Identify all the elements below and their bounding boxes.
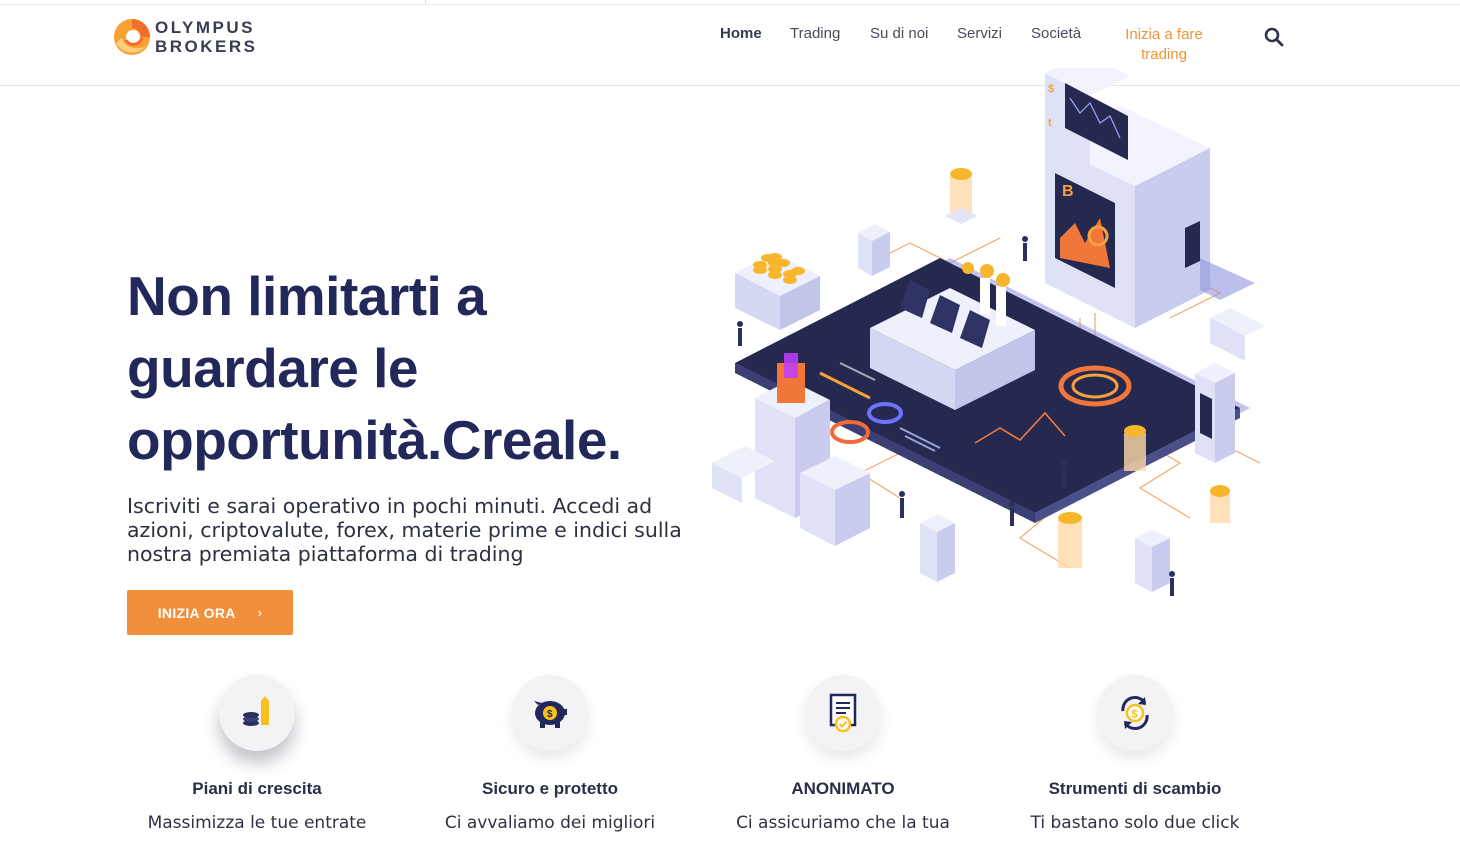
feature-title: Piani di crescita: [192, 779, 322, 798]
exchange-icon: $: [1097, 675, 1173, 751]
logo-line-1: OLYMPUS: [155, 18, 256, 37]
hero-subtitle-line-3: nostra premiata piattaforma di trading: [127, 542, 524, 566]
feature-text: Ti bastano solo due click: [1030, 813, 1240, 833]
nav-start-trading-line-1: Inizia a fare: [1125, 26, 1203, 43]
nav-home[interactable]: Home: [720, 25, 762, 42]
tower-currency-mark: t: [1048, 117, 1052, 129]
feature-trading-tools: $ Strumenti di scambio Ti bastano solo d…: [989, 675, 1281, 833]
hero-illustration: B $ t: [712, 68, 1265, 596]
hero-title: Non limitarti a guardare le opportunità.…: [127, 260, 687, 476]
feature-title: Strumenti di scambio: [1048, 779, 1222, 798]
feature-growth-plans: Piani di crescita Massimizza le tue entr…: [111, 675, 403, 833]
coin-platform: [735, 253, 820, 330]
chevron-right-icon: ›: [257, 605, 263, 620]
start-now-button[interactable]: INIZIA ORA ›: [127, 590, 293, 635]
logo-mark-icon: [114, 19, 150, 55]
feature-text: Massimizza le tue entrate: [147, 813, 367, 833]
feature-anonymity: ANONIMATO Ci assicuriamo che la tua: [697, 675, 989, 833]
nav-trading[interactable]: Trading: [790, 25, 840, 42]
feature-title: Sicuro e protetto: [481, 779, 618, 798]
nav-su-di-noi[interactable]: Su di noi: [870, 25, 928, 42]
nav-servizi[interactable]: Servizi: [957, 25, 1002, 42]
feature-title: ANONIMATO: [791, 779, 895, 798]
search-icon[interactable]: [1264, 27, 1284, 47]
nav-societa[interactable]: Società: [1031, 25, 1081, 42]
nav-start-trading-line-2: trading: [1141, 46, 1187, 63]
hero-title-line-2: guardare le: [127, 337, 419, 399]
svg-text:$: $: [547, 709, 553, 720]
tower-dollar-mark: $: [1048, 83, 1054, 95]
svg-text:$: $: [1132, 709, 1138, 721]
nav-start-trading[interactable]: Inizia a fare trading: [1117, 25, 1211, 65]
bitcoin-mark: B: [1062, 183, 1074, 200]
hero-subtitle-line-2: azioni, criptovalute, forex, materie pri…: [127, 518, 682, 542]
hero-title-line-1: Non limitarti a: [127, 265, 487, 327]
hero-subtitle-line-1: Iscriviti e sarai operativo in pochi min…: [127, 494, 653, 518]
logo-line-2: BROKERS: [155, 37, 258, 56]
start-now-button-label: INIZIA ORA: [157, 604, 236, 621]
coins-growth-icon: [219, 675, 295, 751]
server-tower: B $ t: [1045, 68, 1255, 328]
document-check-icon: [805, 675, 881, 751]
feature-text: Ci avvaliamo dei migliori: [444, 813, 656, 833]
feature-safe-secure: $ Sicuro e protetto Ci avvaliamo dei mig…: [404, 675, 696, 833]
hero-subtitle: Iscriviti e sarai operativo in pochi min…: [127, 494, 707, 566]
piggy-bank-icon: $: [512, 675, 588, 751]
hero-title-line-3: opportunità.Creale.: [127, 409, 622, 471]
logo[interactable]: OLYMPUS BROKERS: [111, 15, 281, 59]
feature-text: Ci assicuriamo che la tua: [736, 813, 950, 833]
